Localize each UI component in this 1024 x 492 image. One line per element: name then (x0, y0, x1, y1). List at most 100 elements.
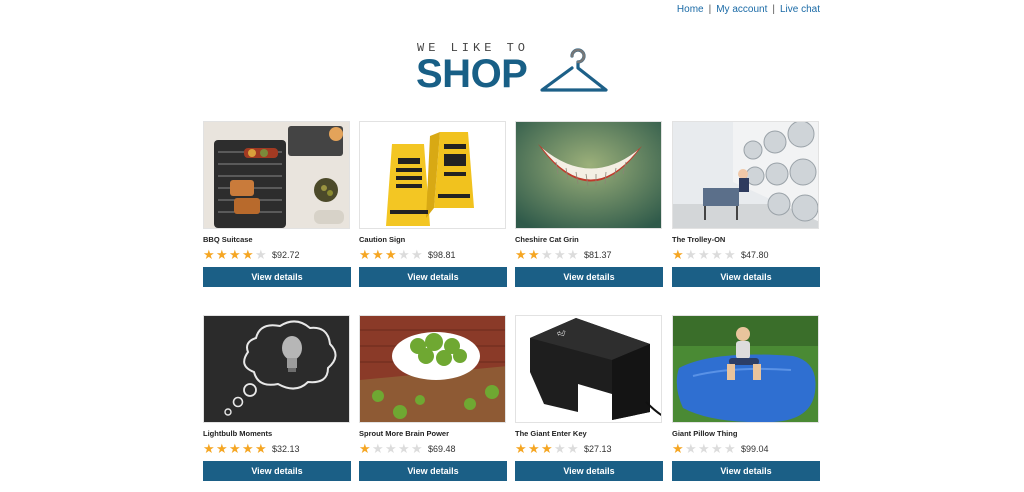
nav-live-chat-link[interactable]: Live chat (780, 4, 820, 15)
rating-stars: ★ ★ ★ ★ ★ (203, 441, 268, 456)
rating-stars: ★ ★ ★ ★ ★ (672, 441, 737, 456)
view-details-button[interactable]: View details (672, 267, 820, 287)
hanger-icon (540, 48, 608, 92)
star-filled-icon: ★ (242, 441, 254, 456)
star-filled-icon: ★ (515, 247, 527, 262)
view-details-button[interactable]: View details (515, 461, 663, 481)
product-rating: ★ ★ ★ ★ ★ $92.72 (203, 247, 351, 263)
product-card: Caution Sign ★ ★ ★ ★ ★ $98.81 View details (359, 121, 507, 287)
nav-separator: | (708, 4, 712, 15)
star-empty-icon: ★ (567, 247, 579, 262)
star-filled-icon: ★ (672, 441, 684, 456)
product-rating: ★ ★ ★ ★ ★ $69.48 (359, 441, 507, 457)
product-name[interactable]: Cheshire Cat Grin (515, 235, 663, 245)
star-empty-icon: ★ (255, 247, 267, 262)
product-price: $69.48 (428, 444, 456, 454)
product-rating: ★ ★ ★ ★ ★ $47.80 (672, 247, 820, 263)
star-empty-icon: ★ (541, 247, 553, 262)
star-filled-icon: ★ (216, 247, 228, 262)
view-details-button[interactable]: View details (203, 461, 351, 481)
product-rating: ★ ★ ★ ★ ★ $32.13 (203, 441, 351, 457)
rating-stars: ★ ★ ★ ★ ★ (359, 441, 424, 456)
product-image-cat-grin[interactable] (515, 121, 662, 229)
star-filled-icon: ★ (528, 441, 540, 456)
product-card: ⏎ The Giant Enter Key ★ ★ ★ ★ ★ $27.13 View … (515, 315, 663, 481)
product-card: The Trolley-ON ★ ★ ★ ★ ★ $47.80 View details (672, 121, 820, 287)
product-price: $32.13 (272, 444, 300, 454)
product-image-pillow-girl[interactable] (672, 315, 819, 423)
nav-separator: | (772, 4, 775, 15)
view-details-button[interactable]: View details (359, 461, 507, 481)
product-image-enter-key[interactable]: ⏎ (515, 315, 662, 423)
product-card: Sprout More Brain Power ★ ★ ★ ★ ★ $69.48 Vie… (359, 315, 507, 481)
top-navigation: Home | My account | Live chat (677, 4, 820, 15)
product-name[interactable]: BBQ Suitcase (203, 235, 351, 245)
product-image-laundromat[interactable] (672, 121, 819, 229)
logo-brand: SHOP (416, 52, 528, 96)
product-rating: ★ ★ ★ ★ ★ $98.81 (359, 247, 507, 263)
star-empty-icon: ★ (711, 441, 723, 456)
rating-stars: ★ ★ ★ ★ ★ (359, 247, 424, 262)
product-rating: ★ ★ ★ ★ ★ $27.13 (515, 441, 663, 457)
star-empty-icon: ★ (567, 441, 579, 456)
star-empty-icon: ★ (411, 247, 423, 262)
product-name[interactable]: Lightbulb Moments (203, 429, 351, 439)
star-filled-icon: ★ (242, 247, 254, 262)
rating-stars: ★ ★ ★ ★ ★ (203, 247, 268, 262)
star-filled-icon: ★ (359, 441, 371, 456)
product-image-caution-signs[interactable] (359, 121, 506, 229)
product-price: $92.72 (272, 250, 300, 260)
star-empty-icon: ★ (372, 441, 384, 456)
star-empty-icon: ★ (398, 247, 410, 262)
nav-my-account-link[interactable]: My account (716, 4, 767, 15)
view-details-button[interactable]: View details (359, 267, 507, 287)
product-price: $99.04 (741, 444, 769, 454)
star-empty-icon: ★ (554, 247, 566, 262)
product-image-sprouts-bowl[interactable] (359, 315, 506, 423)
star-filled-icon: ★ (229, 441, 241, 456)
product-price: $98.81 (428, 250, 456, 260)
view-details-button[interactable]: View details (203, 267, 351, 287)
product-card: Cheshire Cat Grin ★ ★ ★ ★ ★ $81.37 View deta… (515, 121, 663, 287)
product-rating: ★ ★ ★ ★ ★ $81.37 (515, 247, 663, 263)
star-empty-icon: ★ (411, 441, 423, 456)
star-filled-icon: ★ (203, 247, 215, 262)
star-empty-icon: ★ (685, 247, 697, 262)
product-image-lightbulb-chalkboard[interactable] (203, 315, 350, 423)
product-card: BBQ Suitcase ★ ★ ★ ★ ★ $92.72 View details (203, 121, 351, 287)
star-empty-icon: ★ (398, 441, 410, 456)
star-filled-icon: ★ (372, 247, 384, 262)
star-empty-icon: ★ (698, 247, 710, 262)
star-filled-icon: ★ (541, 441, 553, 456)
star-filled-icon: ★ (255, 441, 267, 456)
star-empty-icon: ★ (711, 247, 723, 262)
site-logo[interactable]: WE LIKE TO SHOP (416, 40, 616, 100)
star-empty-icon: ★ (698, 441, 710, 456)
star-empty-icon: ★ (724, 247, 736, 262)
rating-stars: ★ ★ ★ ★ ★ (515, 247, 580, 262)
product-image-bbq-grill[interactable] (203, 121, 350, 229)
product-card: Giant Pillow Thing ★ ★ ★ ★ ★ $99.04 View det… (672, 315, 820, 481)
star-filled-icon: ★ (528, 247, 540, 262)
product-name[interactable]: Giant Pillow Thing (672, 429, 820, 439)
star-filled-icon: ★ (216, 441, 228, 456)
star-filled-icon: ★ (385, 247, 397, 262)
product-name[interactable]: The Trolley-ON (672, 235, 820, 245)
rating-stars: ★ ★ ★ ★ ★ (672, 247, 737, 262)
rating-stars: ★ ★ ★ ★ ★ (515, 441, 580, 456)
product-name[interactable]: Caution Sign (359, 235, 507, 245)
star-empty-icon: ★ (685, 441, 697, 456)
star-empty-icon: ★ (724, 441, 736, 456)
star-filled-icon: ★ (672, 247, 684, 262)
star-filled-icon: ★ (359, 247, 371, 262)
nav-home-link[interactable]: Home (677, 4, 704, 15)
product-price: $27.13 (584, 444, 612, 454)
star-empty-icon: ★ (554, 441, 566, 456)
product-name[interactable]: Sprout More Brain Power (359, 429, 507, 439)
star-empty-icon: ★ (385, 441, 397, 456)
view-details-button[interactable]: View details (515, 267, 663, 287)
star-filled-icon: ★ (203, 441, 215, 456)
product-name[interactable]: The Giant Enter Key (515, 429, 663, 439)
view-details-button[interactable]: View details (672, 461, 820, 481)
product-card: Lightbulb Moments ★ ★ ★ ★ ★ $32.13 View deta… (203, 315, 351, 481)
